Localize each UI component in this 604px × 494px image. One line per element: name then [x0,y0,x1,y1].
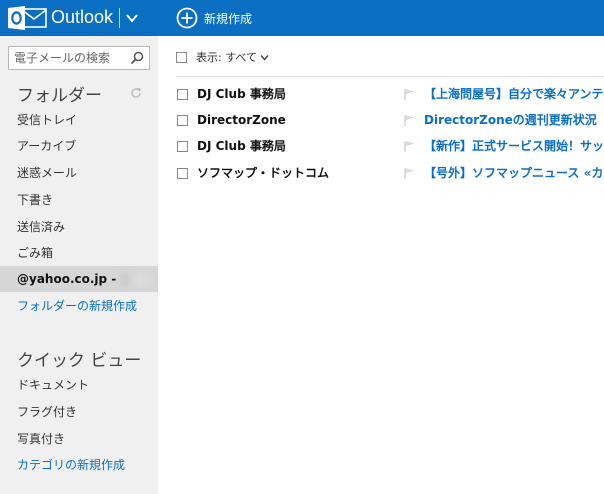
flag-icon[interactable] [404,89,414,100]
list-divider [176,76,604,77]
new-folder-link[interactable]: フォルダーの新規作成 [0,293,158,319]
flag-icon[interactable] [404,141,414,152]
chevron-down-icon[interactable] [125,11,139,25]
quick-view-photos[interactable]: 写真付き [0,426,158,452]
quick-views-title: クイック ビュー [17,351,142,371]
outlook-logo-icon[interactable] [8,6,48,30]
view-filter-dropdown[interactable]: 表示: すべて [196,49,269,65]
chevron-down-icon [260,54,269,61]
message-sender: DirectorZone [197,113,286,127]
folder-deleted[interactable]: ごみ箱 [0,240,158,266]
new-message-label: 新規作成 [204,11,253,26]
flag-icon[interactable] [404,115,414,126]
plus-circle-icon [176,7,198,29]
message-checkbox[interactable] [177,168,188,179]
refresh-icon[interactable] [130,87,142,99]
message-subject: DirectorZoneの週刊更新状況 [424,113,597,127]
message-sender: DJ Club 事務局 [197,139,286,153]
quick-view-flagged[interactable]: フラグ付き [0,399,158,425]
message-subject: 【上海問屋号】自分で楽々アンテナ [424,87,604,101]
flag-icon[interactable] [404,168,414,179]
folder-inbox[interactable]: 受信トレイ [0,107,158,133]
message-subject: 【新作】正式サービス開始！サッカー [424,139,604,153]
message-row[interactable]: DJ Club 事務局 【上海問屋号】自分で楽々アンテナ [176,81,604,107]
quick-view-documents[interactable]: ドキュメント [0,372,158,398]
message-checkbox[interactable] [177,89,188,100]
folder-sent[interactable]: 送信済み [0,214,158,240]
top-bar: Outlook 新規作成 [0,0,604,36]
search-box[interactable] [8,46,150,70]
select-all-checkbox[interactable] [176,51,187,63]
message-sender: DJ Club 事務局 [197,87,286,101]
message-checkbox[interactable] [177,115,188,126]
header-divider [119,8,120,28]
folder-drafts[interactable]: 下書き [0,187,158,213]
app-name[interactable]: Outlook [51,7,113,28]
message-row[interactable]: ソフマップ・ドットコム 【号外】ソフマップニュース «カード発 [176,160,604,186]
view-filter-label: 表示: すべて [196,51,257,64]
search-icon[interactable] [130,51,144,65]
new-message-button[interactable]: 新規作成 [176,6,252,30]
sidebar: フォルダー 受信トレイ アーカイブ 迷惑メール 下書き 送信済み ごみ箱 @ya… [0,36,158,494]
message-row[interactable]: DirectorZone DirectorZoneの週刊更新状況 [176,107,604,133]
folder-junk[interactable]: 迷惑メール [0,160,158,186]
folder-archive[interactable]: アーカイブ [0,133,158,159]
account-folder[interactable]: @yahoo.co.jp - [0,266,158,292]
new-category-link[interactable]: カテゴリの新規作成 [0,452,158,478]
account-label: @yahoo.co.jp - [17,272,117,286]
message-subject: 【号外】ソフマップニュース «カード発 [424,166,604,180]
folders-title: フォルダー [17,86,102,106]
message-checkbox[interactable] [177,141,188,152]
message-sender: ソフマップ・ドットコム [197,166,330,180]
message-row[interactable]: DJ Club 事務局 【新作】正式サービス開始！サッカー [176,133,604,159]
search-input[interactable] [9,47,131,69]
filter-bar: 表示: すべて [176,46,269,68]
redacted-text [122,272,157,287]
